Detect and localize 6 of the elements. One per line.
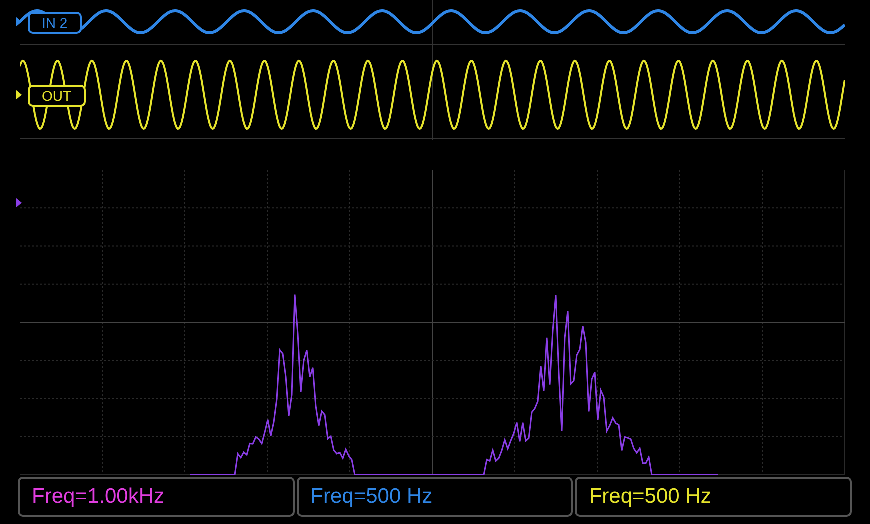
channel-label: IN 2: [28, 12, 82, 34]
frequency-reading: Freq=500 Hz: [589, 485, 712, 509]
frequency-reading: Freq=1.00kHz: [32, 485, 164, 509]
channel-label: OUT: [28, 85, 86, 107]
frequency-reading: Freq=500 Hz: [310, 485, 433, 509]
spectrum-marker-icon: [16, 198, 22, 208]
